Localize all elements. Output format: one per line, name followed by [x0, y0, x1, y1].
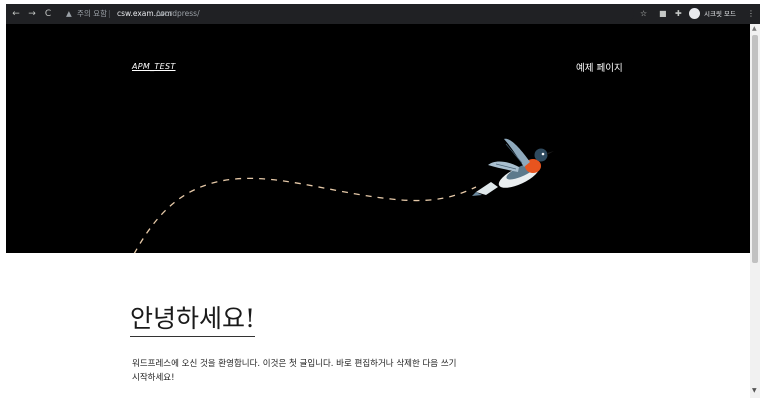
profile-label[interactable]: 시크릿 모드 — [704, 8, 736, 20]
scroll-down-icon[interactable]: ▼ — [752, 387, 757, 395]
star-icon[interactable]: ☆ — [640, 8, 647, 20]
security-status[interactable]: 주의 요함 — [77, 7, 107, 21]
warning-icon[interactable]: ▲ — [66, 7, 72, 21]
extension-icon[interactable]: ■ — [659, 8, 667, 20]
puzzle-icon[interactable]: ✚ — [675, 8, 682, 20]
nav-link-sample-page[interactable]: 예제 페이지 — [576, 60, 623, 74]
site-title-link[interactable]: APM_TEST — [132, 62, 176, 71]
scroll-up-icon[interactable]: ▲ — [752, 25, 757, 33]
browser-toolbar: ← → C ▲ 주의 요함 | csw.exam.com /wordpress/… — [6, 4, 760, 24]
kebab-menu-icon[interactable]: ⋮ — [747, 8, 755, 20]
scrollbar-thumb[interactable] — [752, 35, 758, 263]
post-body-text: 워드프레스에 오신 것을 환영합니다. 이것은 첫 글입니다. 바로 편집하거나… — [132, 359, 457, 383]
back-arrow-icon[interactable]: ← — [10, 8, 22, 20]
dashed-flight-path — [133, 177, 477, 253]
header-illustration — [133, 138, 554, 253]
forward-arrow-icon[interactable]: → — [26, 8, 38, 20]
site-header: APM_TEST 예제 페이지 — [6, 24, 750, 253]
reload-icon[interactable]: C — [42, 8, 54, 20]
url-path: /wordpress/ — [156, 9, 200, 18]
post-content-area: 안녕하세요! 워드프레스에 오신 것을 환영합니다. 이것은 첫 글입니다. 바… — [6, 253, 750, 398]
address-separator: | — [108, 9, 111, 18]
vertical-scrollbar[interactable]: ▲ ▼ — [750, 24, 760, 398]
hummingbird-illustration — [472, 138, 554, 196]
browser-window: ← → C ▲ 주의 요함 | csw.exam.com /wordpress/… — [6, 4, 760, 398]
address-bar[interactable]: ▲ 주의 요함 | csw.exam.com /wordpress/ — [64, 7, 634, 21]
post-title-link[interactable]: 안녕하세요! — [130, 303, 256, 337]
incognito-icon[interactable] — [689, 8, 700, 19]
